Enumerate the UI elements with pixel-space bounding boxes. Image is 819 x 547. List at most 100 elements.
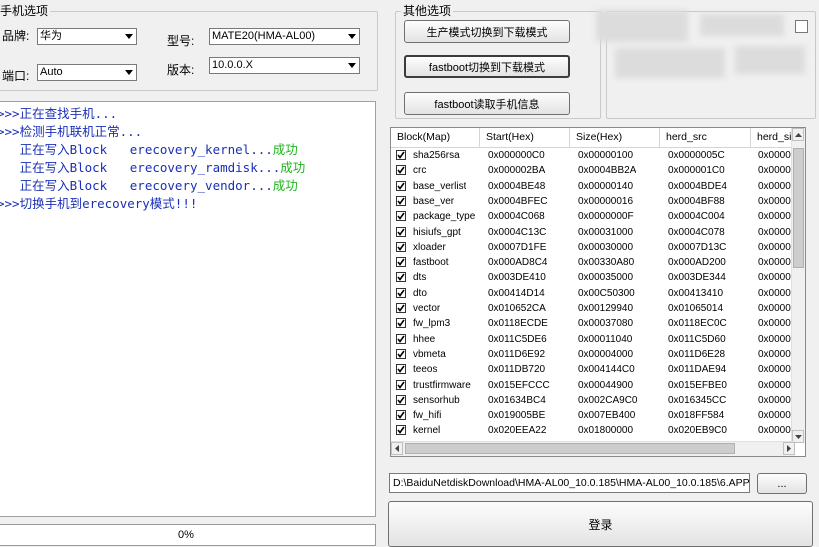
row-checkbox[interactable] <box>396 425 406 436</box>
start-cell: 0x000000C0 <box>488 150 545 161</box>
row-checkbox[interactable] <box>396 272 406 283</box>
herd-src-cell: 0x011DAE94 <box>668 364 727 376</box>
row-checkbox[interactable] <box>396 150 406 160</box>
table-row[interactable]: sensorhub 0x01634BC4 0x002CA9C0 0x016345CC 0… <box>391 393 796 408</box>
size-cell: 0x007EB400 <box>578 410 636 422</box>
table-row[interactable]: dto 0x00414D14 0x00C50300 0x00413410 0x00000 <box>391 286 796 301</box>
table-row[interactable]: dts 0x003DE410 0x00035000 0x003DE344 0x00000 <box>391 270 796 285</box>
table-row[interactable]: vbmeta 0x011D6E92 0x00004000 0x011D6E28 0x00… <box>391 347 796 362</box>
row-checkbox[interactable] <box>396 165 406 176</box>
brand-select[interactable]: 华为 <box>37 28 137 45</box>
table-row[interactable]: base_verlist 0x0004BE48 0x00000140 0x0004BD… <box>391 179 796 194</box>
scroll-left-button[interactable] <box>391 442 403 455</box>
table-row[interactable]: fw_hifi 0x019005BE 0x007EB400 0x018FF584 0x0… <box>391 408 796 423</box>
row-checkbox[interactable] <box>396 394 406 405</box>
table-row[interactable]: hhee 0x011C5DE6 0x00011040 0x011C5D60 0x0000… <box>391 332 796 347</box>
download-mode-button[interactable]: 生产模式切换到下载模式 <box>404 20 570 43</box>
table-row[interactable]: kernel 0x020EEA22 0x01800000 0x020EB9C0 0x00… <box>391 423 796 438</box>
col-header-start[interactable]: Start(Hex) <box>480 128 570 147</box>
row-checkbox[interactable] <box>396 379 406 390</box>
row-checkbox[interactable] <box>396 180 406 191</box>
horizontal-scrollbar[interactable] <box>391 441 795 456</box>
table-row[interactable]: fw_lpm3 0x0118ECDE 0x00037080 0x0118EC0C 0x0… <box>391 316 796 331</box>
size-cell: 0x00037080 <box>578 318 634 330</box>
herd-src-cell: 0x0004BDE4 <box>668 180 727 192</box>
size-cell: 0x00330A80 <box>578 257 635 269</box>
redacted-area <box>735 46 805 74</box>
col-header-size[interactable]: Size(Hex) <box>570 128 660 147</box>
table-row[interactable]: fastboot 0x000AD8C4 0x00330A80 0x000AD200 0x… <box>391 255 796 270</box>
model-select[interactable]: MATE20(HMA-AL00) <box>209 28 360 45</box>
log-line-status: 成功 <box>280 160 306 175</box>
size-cell: 0x00011040 <box>578 333 633 345</box>
check-icon <box>397 273 405 282</box>
chevron-down-icon[interactable] <box>121 29 136 44</box>
start-cell: 0x0007D1FE <box>488 241 547 253</box>
log-line-text: >>>检测手机联机正常... <box>0 124 143 139</box>
scroll-thumb[interactable] <box>793 148 804 268</box>
version-select[interactable]: 10.0.0.X <box>209 57 360 74</box>
col-header-herd-src[interactable]: herd_src <box>660 128 751 147</box>
table-row[interactable]: hisiufs_gpt 0x0004C13C 0x00031000 0x0004C07… <box>391 225 796 240</box>
redacted-area <box>596 10 688 42</box>
table-row[interactable]: base_ver 0x0004BFEC 0x00000016 0x0004BF88 0x… <box>391 194 796 209</box>
start-cell: 0x01634BC4 <box>488 394 546 406</box>
log-line: >>>切换手机到erecovery模式!!! <box>0 195 197 213</box>
file-path-field[interactable]: D:\BaiduNetdiskDownload\HMA-AL00_10.0.18… <box>389 473 750 493</box>
log-panel: >>>正在查找手机... >>>检测手机联机正常... 正在写入Block er… <box>0 101 376 517</box>
port-select[interactable]: Auto <box>37 64 137 81</box>
fastboot-read-button[interactable]: fastboot读取手机信息 <box>404 92 570 115</box>
check-icon <box>397 228 405 236</box>
herd-src-cell: 0x0000005C <box>668 150 725 161</box>
login-button[interactable]: 登录 <box>388 501 813 547</box>
chevron-down-icon[interactable] <box>344 29 359 44</box>
size-cell: 0x00000016 <box>578 195 634 207</box>
row-checkbox[interactable] <box>396 348 406 359</box>
redacted-area <box>615 48 725 78</box>
check-icon <box>397 212 405 221</box>
row-checkbox[interactable] <box>396 303 406 313</box>
browse-button[interactable]: ... <box>757 473 807 494</box>
start-cell: 0x011D6E92 <box>488 348 546 360</box>
scroll-right-button[interactable] <box>783 442 795 455</box>
size-cell: 0x00031000 <box>578 226 634 238</box>
row-checkbox[interactable] <box>396 257 406 268</box>
start-cell: 0x020EEA22 <box>488 425 547 437</box>
size-cell: 0x00030000 <box>578 241 634 253</box>
herd-src-cell: 0x016345CC <box>668 394 727 406</box>
block-name-cell: fastboot <box>413 257 449 269</box>
start-cell: 0x011C5DE6 <box>488 333 547 345</box>
redacted-area <box>700 14 784 36</box>
row-checkbox[interactable] <box>396 333 406 344</box>
fastboot-download-button[interactable]: fastboot切换到下载模式 <box>404 55 570 78</box>
start-cell: 0x019005BE <box>488 410 546 422</box>
table-row[interactable]: sha256rsa 0x000000C0 0x00000100 0x0000005C 0… <box>391 148 796 163</box>
row-checkbox[interactable] <box>396 211 406 222</box>
table-row[interactable]: trustfirmware 0x015EFCCC 0x00044900 0x015EF… <box>391 378 796 393</box>
chevron-down-icon[interactable] <box>344 58 359 73</box>
row-checkbox[interactable] <box>396 287 406 298</box>
row-checkbox[interactable] <box>396 318 406 329</box>
version-value: 10.0.0.X <box>212 59 253 71</box>
row-checkbox[interactable] <box>396 226 406 237</box>
chevron-down-icon[interactable] <box>121 65 136 80</box>
vertical-scrollbar[interactable] <box>791 128 805 443</box>
row-checkbox[interactable] <box>396 195 406 206</box>
table-row[interactable]: crc 0x000002BA 0x0004BB2A 0x000001C0 0x00000 <box>391 163 796 178</box>
block-name-cell: package_type <box>413 211 476 223</box>
model-value: MATE20(HMA-AL00) <box>212 30 316 42</box>
table-row[interactable]: vector 0x010652CA 0x00129940 0x01065014 0x00… <box>391 301 796 316</box>
row-checkbox[interactable] <box>396 364 406 375</box>
table-row[interactable]: teeos 0x011DB720 0x004144C0 0x011DAE94 0x000… <box>391 362 796 377</box>
scroll-up-button[interactable] <box>792 128 804 141</box>
phone-options-title: 手机选项 <box>0 4 51 18</box>
redacted-checkbox[interactable] <box>795 20 808 33</box>
col-header-block[interactable]: Block(Map) <box>391 128 480 147</box>
table-row[interactable]: package_type 0x0004C068 0x0000000F 0x0004C0… <box>391 209 796 224</box>
table-row[interactable]: xloader 0x0007D1FE 0x00030000 0x0007D13C 0x0… <box>391 240 796 255</box>
row-checkbox[interactable] <box>396 410 406 421</box>
scroll-thumb-horizontal[interactable] <box>405 443 735 454</box>
row-checkbox[interactable] <box>396 241 406 252</box>
check-icon <box>397 411 405 419</box>
check-icon <box>397 426 405 435</box>
